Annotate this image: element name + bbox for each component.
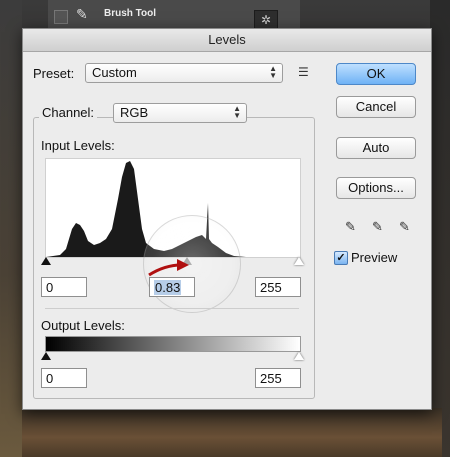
output-white-slider[interactable]	[294, 352, 304, 360]
options-button[interactable]: Options...	[336, 177, 416, 199]
eye-icon[interactable]	[54, 10, 68, 24]
preset-value: Custom	[92, 65, 137, 80]
select-arrows-icon: ▲ ▼	[269, 64, 277, 80]
output-gradient	[45, 336, 301, 352]
preview-checkbox[interactable]: ✓	[334, 251, 348, 265]
output-black-slider[interactable]	[41, 352, 51, 360]
histogram-graph	[46, 161, 246, 257]
channel-value: RGB	[120, 105, 149, 120]
preset-menu-icon[interactable]: ☰	[298, 65, 309, 79]
input-gamma-field[interactable]: 0.83	[149, 277, 195, 297]
preview-label: Preview	[351, 250, 398, 265]
cancel-button[interactable]: Cancel	[336, 96, 416, 118]
input-black-slider[interactable]	[41, 257, 51, 265]
input-black-field[interactable]: 0	[41, 277, 87, 297]
panel-settings-icon[interactable]: ✲	[254, 10, 278, 30]
eyedropper-black-icon[interactable]: ✎	[345, 219, 356, 235]
input-white-slider[interactable]	[294, 257, 304, 265]
output-white-value: 255	[260, 371, 282, 386]
input-white-field[interactable]: 255	[255, 277, 301, 297]
histogram-shape	[46, 161, 246, 257]
auto-button[interactable]: Auto	[336, 137, 416, 159]
channel-select[interactable]: RGB ▲ ▼	[113, 103, 247, 123]
histogram	[45, 158, 301, 258]
preset-label: Preset:	[33, 66, 75, 81]
canvas-background-right	[430, 0, 450, 457]
annotation-arrow	[148, 259, 189, 277]
output-black-field[interactable]: 0	[41, 368, 87, 388]
output-white-field[interactable]: 255	[255, 368, 301, 388]
output-black-value: 0	[46, 371, 54, 386]
dialog-title: Levels	[23, 29, 431, 52]
input-black-value: 0	[46, 280, 54, 295]
channel-label: Channel:	[39, 105, 98, 120]
layer-name: Brush Tool	[104, 8, 157, 19]
levels-dialog: Levels Preset: Custom ▲ ▼ ☰ Channel: RGB …	[22, 28, 432, 410]
select-arrows-icon: ▲ ▼	[233, 104, 241, 120]
ok-button[interactable]: OK	[336, 63, 416, 85]
canvas-background-left	[0, 0, 22, 457]
divider	[45, 308, 299, 309]
input-gamma-value: 0.83	[154, 280, 182, 295]
eyedropper-gray-icon[interactable]: ✎	[372, 219, 383, 235]
brush-icon: ✎	[76, 6, 88, 22]
canvas-background-bottom	[22, 408, 442, 457]
eyedropper-white-icon[interactable]: ✎	[399, 219, 410, 235]
input-levels-label: Input Levels:	[41, 138, 115, 153]
input-white-value: 255	[260, 280, 282, 295]
output-levels-label: Output Levels:	[41, 318, 125, 333]
preset-select[interactable]: Custom ▲ ▼	[85, 63, 283, 83]
